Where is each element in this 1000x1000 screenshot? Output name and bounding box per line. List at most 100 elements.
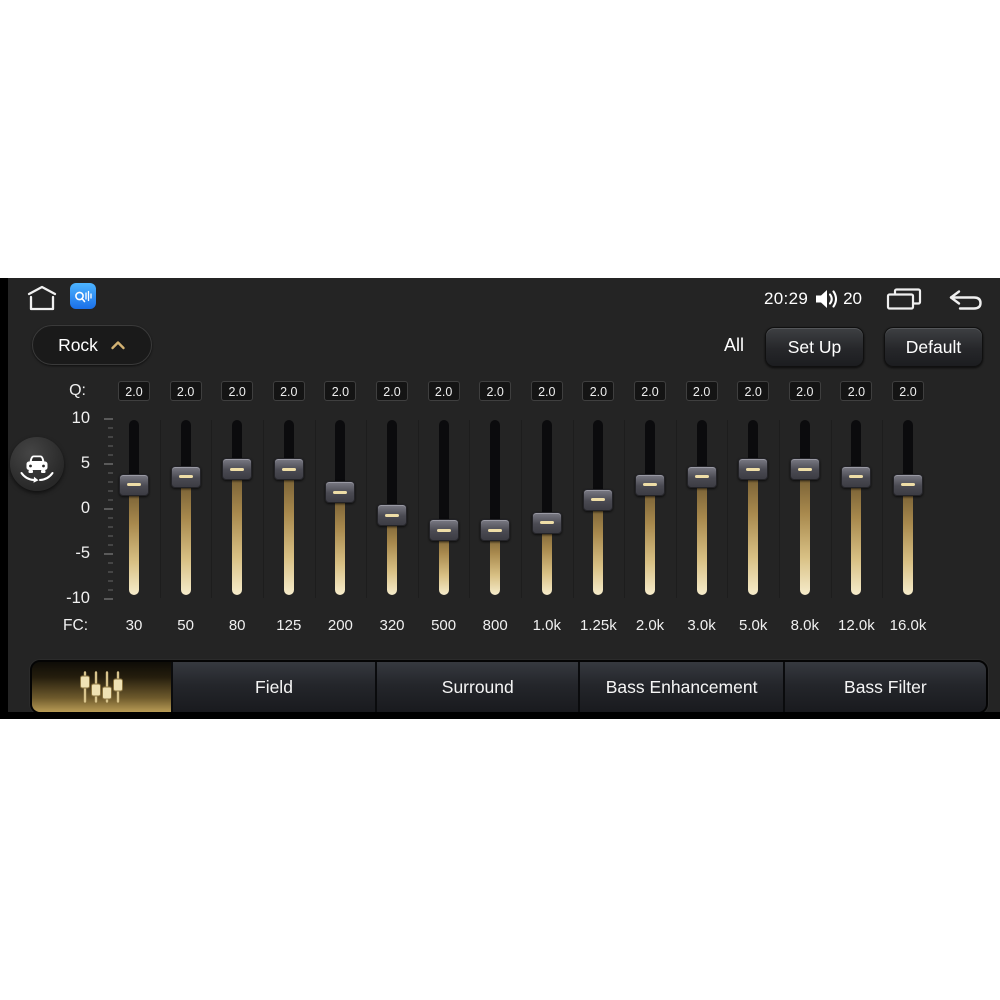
eq-slider-fill	[593, 499, 604, 595]
tab-field[interactable]: Field	[172, 662, 378, 712]
column-divider	[469, 420, 471, 598]
q-value[interactable]: 2.0	[840, 381, 873, 401]
eq-slider-fill	[283, 469, 294, 595]
q-value[interactable]: 2.0	[634, 381, 666, 401]
axis-tick	[108, 535, 113, 537]
q-value[interactable]: 2.0	[892, 381, 924, 401]
eq-slider-handle[interactable]	[170, 465, 201, 488]
eq-slider-handle[interactable]	[686, 465, 717, 488]
eq-slider-handle[interactable]	[273, 458, 304, 481]
column-divider	[521, 420, 522, 598]
eq-slider-fill	[799, 469, 810, 595]
axis-tick	[108, 571, 113, 573]
eq-slider-handle[interactable]	[738, 458, 769, 481]
eq-slider-handle[interactable]	[325, 481, 356, 504]
q-value[interactable]: 2.0	[324, 381, 357, 401]
q-value[interactable]: 2.0	[427, 381, 460, 401]
q-value[interactable]: 2.0	[479, 381, 512, 401]
axis-tick	[108, 481, 113, 483]
q-value[interactable]: 2.0	[376, 381, 408, 401]
head-unit-screen: 20:29 20 Rock All Set Up Default Q: FC: …	[0, 278, 1000, 719]
equalizer-area: 10 5 0 -5 -10 2.0 30 2.0 50 2.0 80 2.0 125 2.0 200 2.0 3…	[0, 278, 1000, 719]
tab-bass-filter[interactable]: Bass Filter	[784, 662, 986, 712]
axis-label: -10	[66, 589, 90, 607]
bottom-tab-bar: Field Surround Bass Enhancement Bass Fil…	[30, 660, 988, 714]
fc-label: 16.0k	[889, 617, 927, 634]
handle-dash	[591, 498, 606, 502]
eq-slider-handle[interactable]	[635, 473, 665, 496]
column-divider	[779, 420, 780, 598]
q-value[interactable]: 2.0	[169, 381, 202, 401]
q-value[interactable]: 2.0	[118, 381, 150, 401]
eq-slider-fill	[645, 484, 655, 595]
column-divider	[882, 420, 884, 598]
handle-dash	[281, 467, 296, 471]
q-value[interactable]: 2.0	[530, 381, 563, 401]
handle-dash	[178, 475, 193, 479]
handle-dash	[849, 475, 864, 479]
axis-tick	[104, 463, 113, 465]
axis-tick	[104, 553, 113, 555]
handle-dash	[643, 483, 657, 487]
axis-label: 10	[71, 409, 90, 427]
axis-tick	[108, 580, 113, 582]
handle-dash	[746, 467, 761, 471]
tab-equalizer[interactable]	[32, 662, 173, 712]
axis-tick	[104, 598, 113, 600]
screen-bottom-bezel	[0, 712, 1000, 719]
eq-slider-handle[interactable]	[428, 519, 459, 542]
q-value[interactable]: 2.0	[221, 381, 254, 401]
axis-tick	[104, 418, 113, 420]
eq-slider-handle[interactable]	[222, 458, 253, 481]
q-value[interactable]: 2.0	[582, 381, 615, 401]
q-value[interactable]: 2.0	[272, 381, 305, 401]
page: 20:29 20 Rock All Set Up Default Q: FC: …	[0, 0, 1000, 1000]
eq-slider-handle[interactable]	[119, 473, 149, 496]
eq-slider-fill	[387, 515, 397, 595]
eq-slider-handle[interactable]	[789, 458, 820, 481]
axis-tick	[108, 517, 113, 519]
q-value[interactable]: 2.0	[737, 381, 770, 401]
eq-slider-fill	[851, 476, 862, 595]
axis-tick	[108, 472, 113, 474]
column-divider	[624, 420, 626, 598]
eq-slider-handle[interactable]	[583, 488, 614, 511]
column-divider	[417, 420, 419, 598]
eq-slider-handle[interactable]	[377, 504, 407, 527]
eq-slider-fill	[696, 476, 707, 595]
column-divider	[366, 420, 368, 598]
axis-tick	[108, 526, 113, 528]
handle-dash	[230, 467, 245, 471]
axis-tick	[104, 508, 113, 510]
column-divider	[211, 420, 213, 598]
handle-dash	[488, 528, 503, 532]
eq-slider-handle[interactable]	[531, 511, 562, 534]
handle-dash	[797, 467, 812, 471]
eq-slider-handle[interactable]	[480, 519, 511, 542]
handle-dash	[694, 475, 709, 479]
column-divider	[263, 420, 264, 598]
column-divider	[727, 420, 729, 598]
tab-bass-enhancement[interactable]: Bass Enhancement	[580, 662, 785, 712]
axis-tick	[108, 436, 113, 438]
eq-slider-fill	[232, 469, 243, 595]
axis-tick	[108, 427, 113, 429]
column-divider	[675, 420, 677, 598]
axis-tick	[108, 454, 113, 456]
q-value[interactable]: 2.0	[788, 381, 821, 401]
q-value[interactable]: 2.0	[685, 381, 718, 401]
axis-tick	[108, 562, 113, 564]
handle-dash	[539, 521, 554, 525]
handle-dash	[385, 513, 399, 517]
eq-slider-handle[interactable]	[841, 465, 872, 488]
column-divider	[830, 420, 832, 598]
axis-tick	[108, 544, 113, 546]
axis-label: 0	[80, 499, 90, 517]
tab-surround[interactable]: Surround	[377, 662, 581, 712]
equalizer-tab-icon	[78, 670, 124, 704]
handle-dash	[436, 528, 451, 532]
handle-dash	[127, 483, 141, 487]
axis-tick	[108, 589, 113, 591]
handle-dash	[333, 490, 348, 494]
eq-slider-handle[interactable]	[893, 473, 923, 496]
